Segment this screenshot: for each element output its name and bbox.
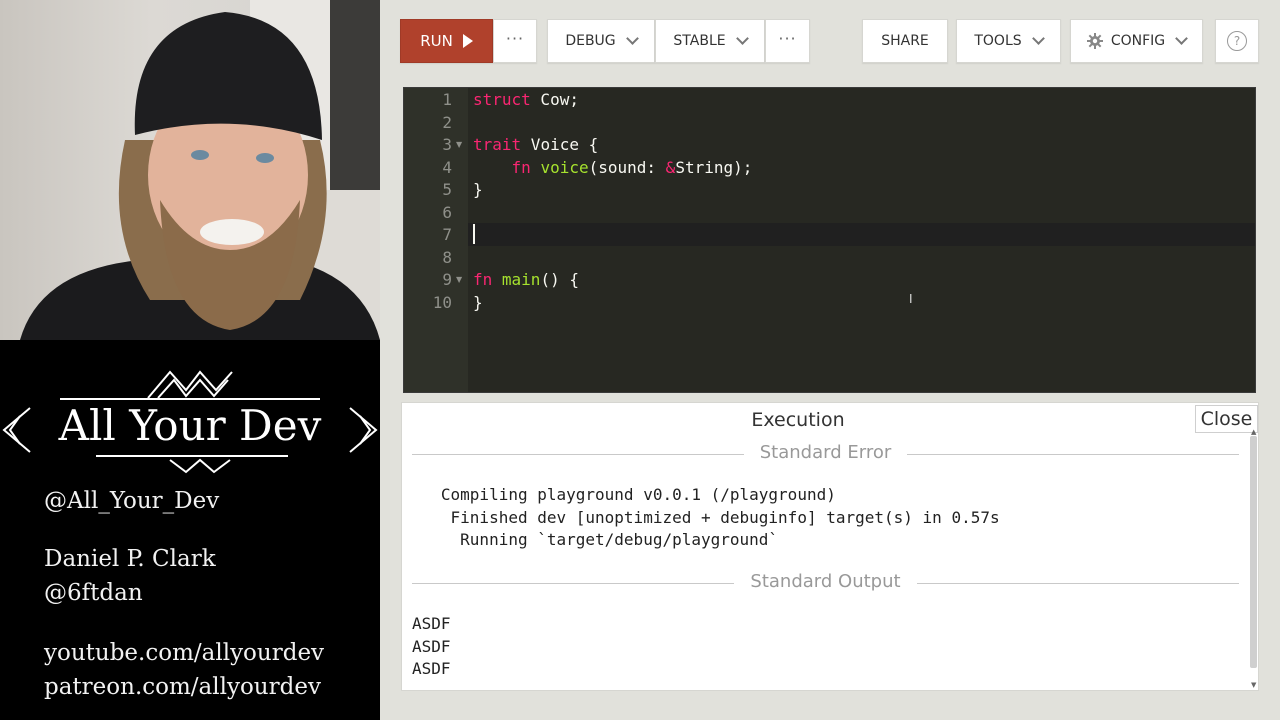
line-number: 10: [432, 292, 452, 312]
stderr-line: Finished dev [unoptimized + debuginfo] t…: [412, 507, 1000, 527]
channel-label: STABLE: [673, 33, 726, 49]
text-cursor: [473, 224, 475, 244]
share-label: SHARE: [881, 33, 929, 49]
run-button[interactable]: RUN: [400, 19, 493, 63]
chevron-down-icon: [1031, 32, 1045, 45]
line-number: 6: [442, 202, 452, 222]
line-number: 3: [442, 135, 452, 154]
stderr-line: Compiling playground v0.0.1 (/playground…: [412, 485, 836, 504]
code-editor[interactable]: 1 2 3 4 5 6 7 8 9 10 ▼ ▼ struct Cow; tra…: [403, 87, 1256, 393]
chevron-down-icon: [625, 32, 639, 45]
brand-logo: All Your Dev: [0, 368, 380, 478]
line-number: 4: [442, 157, 452, 177]
scroll-down-icon[interactable]: ▼: [1251, 681, 1256, 689]
tools-dropdown[interactable]: TOOLS: [956, 19, 1061, 63]
gear-icon: [1086, 33, 1103, 49]
execution-output-panel: Execution Close Standard Error Compiling…: [401, 402, 1259, 691]
patreon-link: patreon.com/allyourdev: [44, 674, 321, 700]
stdout-label: Standard Output: [734, 571, 917, 592]
stdout-line: ASDF: [412, 659, 451, 678]
line-number: 7: [442, 225, 452, 244]
config-label: CONFIG: [1110, 33, 1166, 49]
config-dropdown[interactable]: CONFIG: [1070, 19, 1203, 63]
stderr-line: Running `target/debug/playground`: [412, 530, 779, 549]
build-mode-dropdown[interactable]: DEBUG: [547, 19, 655, 63]
line-number: 5: [442, 180, 452, 199]
line-number: 1: [442, 90, 452, 109]
channel-handle: @All_Your_Dev: [44, 488, 220, 514]
scroll-up-icon[interactable]: ▲: [1251, 428, 1256, 436]
presenter-photo: [20, 0, 380, 340]
line-number-gutter: 1 2 3 4 5 6 7 8 9 10 ▼ ▼: [404, 88, 468, 392]
line-number: 2: [442, 112, 452, 132]
mouse-ibeam-icon: I: [909, 292, 913, 306]
close-button[interactable]: Close: [1195, 405, 1258, 433]
play-icon: [462, 34, 473, 48]
stdout-header: Standard Output: [412, 571, 1239, 594]
advanced-options-button[interactable]: ···: [765, 19, 810, 63]
run-more-button[interactable]: ···: [493, 19, 537, 63]
stderr-label: Standard Error: [743, 442, 908, 463]
build-mode-label: DEBUG: [565, 33, 616, 49]
output-scrollbar[interactable]: [1250, 436, 1257, 668]
tools-label: TOOLS: [974, 33, 1022, 49]
stderr-header: Standard Error: [412, 442, 1239, 465]
code-line[interactable]: }: [473, 292, 483, 315]
help-button[interactable]: ?: [1215, 19, 1259, 63]
youtube-link: youtube.com/allyourdev: [44, 640, 325, 666]
presenter-name: Daniel P. Clark: [44, 546, 216, 572]
fold-arrow-icon[interactable]: ▼: [456, 269, 462, 292]
run-label: RUN: [420, 32, 453, 50]
channel-dropdown[interactable]: STABLE: [655, 19, 765, 63]
fold-arrow-icon[interactable]: ▼: [456, 134, 462, 157]
share-button[interactable]: SHARE: [862, 19, 948, 63]
code-line[interactable]: }: [473, 179, 483, 202]
code-line[interactable]: struct Cow;: [473, 89, 579, 112]
ellipsis-icon: ···: [505, 28, 525, 48]
line-number: 8: [442, 247, 452, 267]
chevron-down-icon: [1175, 32, 1189, 45]
ellipsis-icon: ···: [778, 28, 797, 48]
output-title: Execution: [751, 409, 845, 431]
stream-overlay-panel: All Your Dev @All_Your_Dev Daniel P. Cla…: [0, 0, 380, 720]
code-line[interactable]: fn main() {: [473, 269, 579, 292]
brand-name: All Your Dev: [58, 401, 322, 450]
stdout-line: ASDF: [412, 614, 451, 633]
code-line[interactable]: fn voice(sound: &String);: [473, 157, 753, 180]
presenter-handle: @6ftdan: [44, 580, 143, 606]
chevron-down-icon: [735, 32, 749, 45]
stdout-line: ASDF: [412, 636, 451, 656]
webcam-feed: [0, 0, 380, 340]
help-icon: ?: [1227, 31, 1247, 51]
line-number: 9: [442, 270, 452, 289]
code-line[interactable]: trait Voice {: [473, 134, 598, 157]
active-line-highlight: [468, 223, 1255, 246]
